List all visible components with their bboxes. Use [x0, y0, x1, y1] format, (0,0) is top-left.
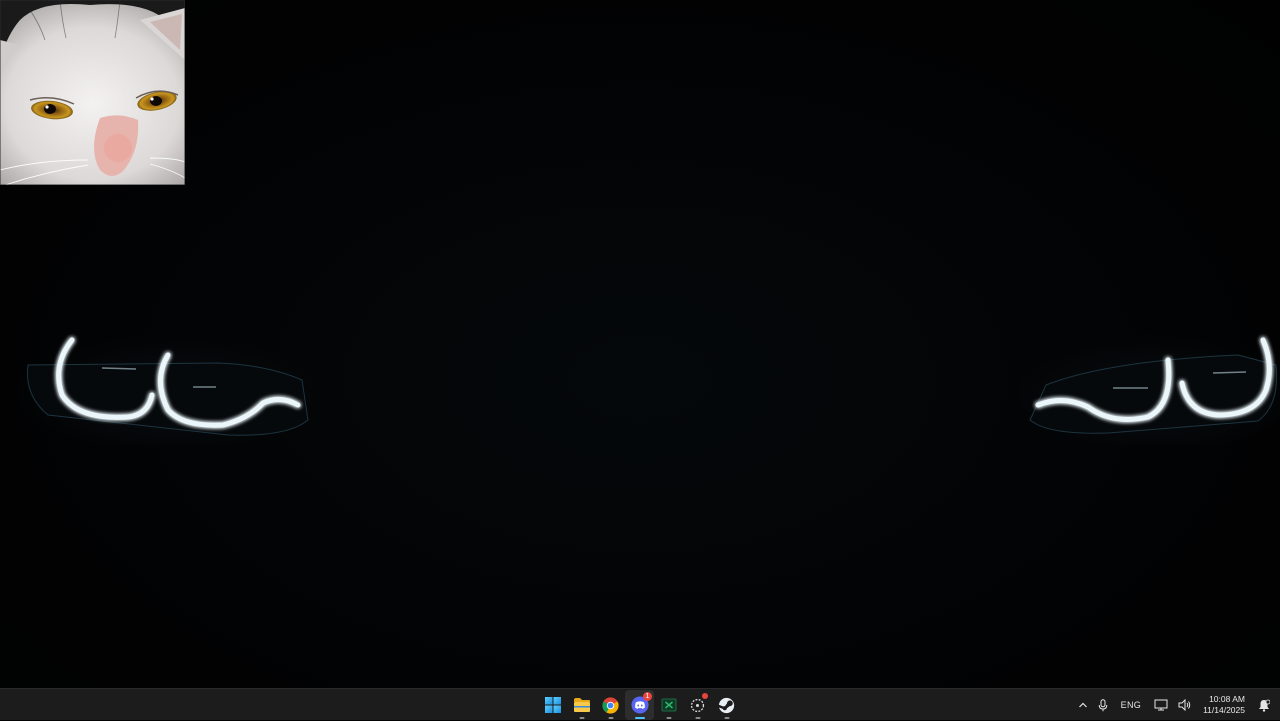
notification-bell-icon	[1259, 699, 1270, 712]
running-indicator	[579, 717, 584, 719]
discord-button[interactable]: 1	[625, 690, 654, 720]
file-explorer-button[interactable]	[567, 690, 596, 720]
discord-notification-badge: 1	[643, 692, 652, 701]
steam-icon	[718, 697, 735, 713]
dotted-circle-icon	[690, 698, 705, 712]
headlight-left	[18, 330, 318, 445]
chevron-up-icon	[1078, 702, 1087, 708]
network-button[interactable]	[1149, 690, 1173, 720]
windows-logo-icon	[544, 697, 561, 713]
clock[interactable]: 10:08 AM 11/14/2025	[1197, 690, 1253, 720]
steam-button[interactable]	[712, 690, 741, 720]
dotted-app-button[interactable]	[683, 690, 712, 720]
volume-button[interactable]	[1173, 690, 1197, 720]
headlight-right	[1018, 330, 1280, 445]
running-indicator	[666, 717, 671, 719]
taskbar: 1 ENG 10:08 AM 11/14/2025	[0, 688, 1280, 720]
microphone-icon	[1098, 698, 1107, 711]
chrome-icon	[602, 696, 619, 714]
speaker-icon	[1178, 699, 1191, 711]
desktop-wallpaper	[0, 0, 1280, 688]
running-indicator	[634, 717, 645, 719]
show-hidden-icons-button[interactable]	[1073, 690, 1093, 720]
clock-time: 10:08 AM	[1209, 694, 1245, 704]
cat-photo-overlay[interactable]	[0, 0, 185, 185]
chrome-button[interactable]	[596, 690, 625, 720]
microphone-button[interactable]	[1093, 690, 1113, 720]
clock-date: 11/14/2025	[1203, 705, 1245, 715]
input-language-indicator[interactable]: ENG	[1113, 690, 1149, 720]
excel-icon	[661, 698, 676, 712]
system-tray: ENG 10:08 AM 11/14/2025	[1073, 689, 1280, 721]
notification-center-button[interactable]	[1253, 690, 1280, 720]
running-indicator	[608, 717, 613, 719]
running-indicator	[695, 717, 700, 719]
folder-icon	[573, 698, 590, 712]
network-icon	[1154, 699, 1168, 711]
running-indicator	[724, 717, 729, 719]
taskbar-pinned-apps: 1	[538, 689, 741, 721]
notification-dot	[702, 693, 708, 699]
excel-button[interactable]	[654, 690, 683, 720]
start-button[interactable]	[538, 690, 567, 720]
